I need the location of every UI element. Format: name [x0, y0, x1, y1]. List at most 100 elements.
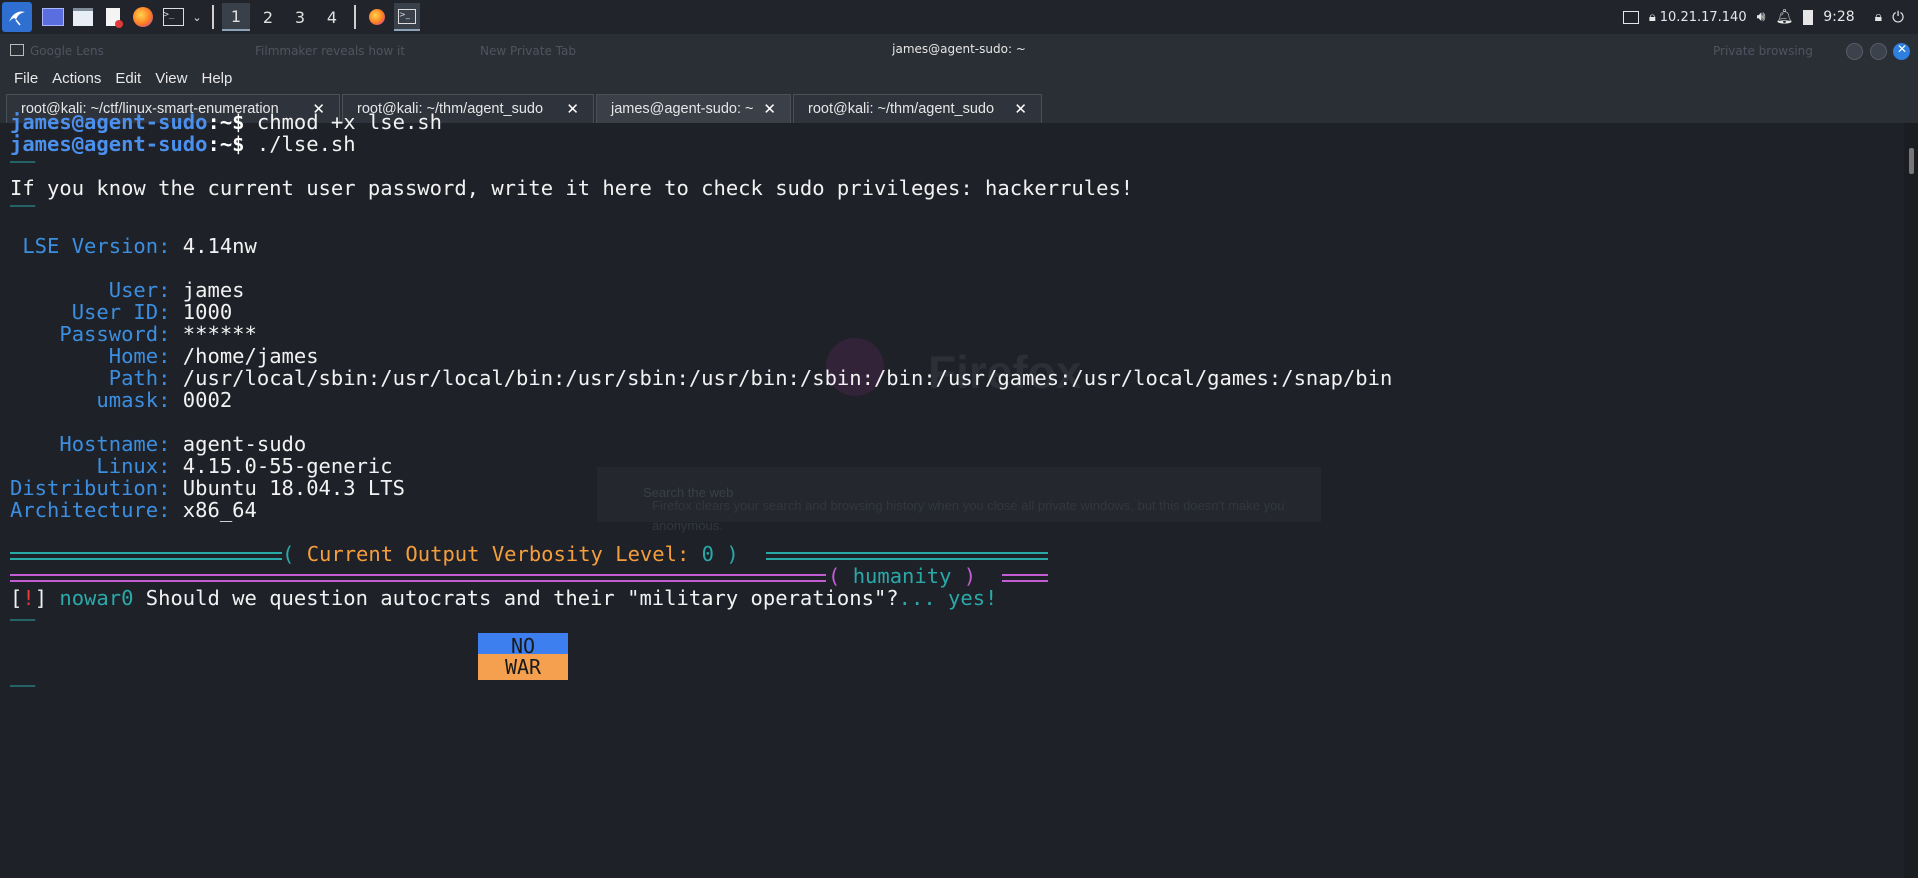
info-distribution: Distribution: Ubuntu 18.04.3 LTS	[10, 476, 405, 500]
menu-help[interactable]: Help	[201, 70, 232, 87]
battery-icon[interactable]	[1803, 9, 1814, 25]
section-header: ( humanity )	[828, 564, 976, 588]
prompt-line-1: james@agent-sudo:~$ chmod +x lse.sh	[10, 110, 442, 134]
info-label: Hostname:	[10, 432, 171, 456]
section-paren-close: )	[951, 564, 977, 588]
terminal-icon[interactable]: >_	[160, 4, 186, 30]
flag-bottom-war: WAR	[478, 654, 568, 680]
menu-actions[interactable]: Actions	[52, 70, 101, 87]
panel-separator	[212, 5, 214, 29]
info-user: User: james	[10, 278, 245, 302]
tab-close-icon[interactable]: ✕	[1014, 100, 1027, 118]
display-icon[interactable]	[1622, 10, 1639, 24]
info-password: Password: ******	[10, 322, 257, 346]
system-panel: >_ ⌄ 1 2 3 4 >_ 🔒︎ 10.21.17.140 🔊︎ 🔔︎ 9:…	[0, 0, 1918, 34]
system-tray: 🔒︎ 10.21.17.140 🔊︎ 🔔︎ 9:28 🔒︎ ⏻	[1622, 0, 1918, 34]
info-value: james	[170, 278, 245, 302]
lock-icon[interactable]: 🔒︎	[1875, 9, 1882, 25]
prompt-line-2: james@agent-sudo:~$ ./lse.sh	[10, 132, 356, 156]
lse-version-line: LSE Version: 4.14nw	[10, 234, 257, 258]
volume-icon[interactable]: 🔊︎	[1757, 9, 1766, 25]
sudo-password-prompt: If you know the current user password, w…	[10, 176, 1134, 200]
verbosity-banner: ( Current Output Verbosity Level: 0 )	[282, 542, 739, 566]
section-title: humanity	[852, 564, 952, 588]
minimize-button[interactable]	[1846, 43, 1863, 60]
menu-edit[interactable]: Edit	[115, 70, 141, 87]
verbosity-rule-right	[766, 552, 1048, 560]
info-value: agent-sudo	[170, 432, 307, 456]
kali-menu-icon[interactable]	[2, 2, 32, 32]
info-value: 4.14nw	[170, 234, 257, 258]
info-linux: Linux: 4.15.0-55-generic	[10, 454, 393, 478]
command-text: ./lse.sh	[244, 132, 356, 156]
tab-label: james@agent-sudo: ~	[611, 101, 754, 117]
prompt-user: james@agent-sudo	[10, 132, 208, 156]
menu-view[interactable]: View	[155, 70, 187, 87]
info-label: Path:	[10, 366, 171, 390]
close-button[interactable]: ✕	[1893, 42, 1910, 60]
info-user-id: User ID: 1000	[10, 300, 232, 324]
info-label: Distribution:	[10, 476, 171, 500]
verbosity-level: 0	[701, 542, 714, 566]
info-value: 0002	[170, 388, 233, 412]
info-label: Password:	[10, 322, 171, 346]
terminal-scrollbar[interactable]	[1904, 123, 1918, 878]
firefox-app-icon[interactable]	[364, 4, 390, 30]
check-dots: ...	[898, 586, 949, 610]
workspace-4[interactable]: 4	[318, 3, 346, 31]
workspace-1[interactable]: 1	[222, 3, 250, 31]
chevron-down-icon[interactable]: ⌄	[190, 4, 204, 30]
info-value: x86_64	[170, 498, 257, 522]
window-title: james@agent-sudo: ~	[892, 42, 1026, 56]
info-value: 4.15.0-55-generic	[170, 454, 393, 478]
separator-short: ———	[10, 154, 36, 170]
file-manager-icon[interactable]	[70, 4, 96, 30]
menu-file[interactable]: File	[14, 70, 38, 87]
bell-icon[interactable]: 🔔︎	[1775, 9, 1793, 25]
check-id: nowar0	[47, 586, 134, 610]
tab-label: root@kali: ~/thm/agent_sudo	[808, 101, 995, 117]
terminal-output[interactable]: Firefox Search the web Firefox clears yo…	[0, 110, 1904, 878]
command-text: chmod +x lse.sh	[244, 110, 442, 134]
ghost-private-notice: Firefox clears your search and browsing …	[652, 498, 1285, 533]
verbosity-label: Current Output Verbosity Level:	[306, 542, 702, 566]
info-label: LSE Version:	[10, 234, 171, 258]
check-text: Should we question autocrats and their "…	[133, 586, 899, 610]
text-editor-icon[interactable]	[100, 4, 126, 30]
section-rule-left	[10, 574, 826, 582]
separator-short: ———	[10, 678, 36, 694]
info-architecture: Architecture: x86_64	[10, 498, 257, 522]
tab-close-icon[interactable]: ✕	[566, 100, 579, 118]
check-bracket-open: [	[10, 586, 23, 610]
tab-thm-agent-sudo-2[interactable]: root@kali: ~/thm/agent_sudo ✕	[793, 94, 1042, 123]
scrollbar-thumb[interactable]	[1909, 148, 1914, 174]
check-mark: !	[22, 586, 35, 610]
firefox-icon[interactable]	[130, 4, 156, 30]
info-label: User:	[10, 278, 171, 302]
prompt-user: james@agent-sudo	[10, 110, 208, 134]
vpn-lock-icon[interactable]: 🔒︎	[1649, 10, 1656, 25]
prompt-symbol: :~$	[207, 110, 245, 134]
check-bracket-close: ]	[34, 586, 48, 610]
workspace-3[interactable]: 3	[286, 3, 314, 31]
close-icon: ✕	[1897, 42, 1908, 56]
power-icon[interactable]: ⏻	[1892, 8, 1904, 26]
desktop-icon[interactable]	[40, 4, 66, 30]
clock[interactable]: 9:28	[1823, 9, 1854, 25]
info-label: Linux:	[10, 454, 171, 478]
check-result: yes!	[948, 586, 998, 610]
info-label: umask:	[10, 388, 171, 412]
tab-james-agent-sudo[interactable]: james@agent-sudo: ~ ✕	[596, 94, 791, 123]
info-label: User ID:	[10, 300, 171, 324]
info-path: Path: /usr/local/sbin:/usr/local/bin:/us…	[10, 366, 1393, 390]
terminal-app-icon[interactable]: >_	[394, 3, 420, 31]
maximize-button[interactable]	[1870, 43, 1887, 60]
info-label: Architecture:	[10, 498, 171, 522]
info-value: ******	[170, 322, 257, 346]
separator-short: ———	[10, 612, 36, 628]
info-label: Home:	[10, 344, 171, 368]
window-titlebar[interactable]: Google Lens Filmmaker reveals how it New…	[0, 34, 1918, 66]
tab-close-icon[interactable]: ✕	[763, 100, 776, 118]
workspace-2[interactable]: 2	[254, 3, 282, 31]
panel-separator	[354, 5, 356, 29]
